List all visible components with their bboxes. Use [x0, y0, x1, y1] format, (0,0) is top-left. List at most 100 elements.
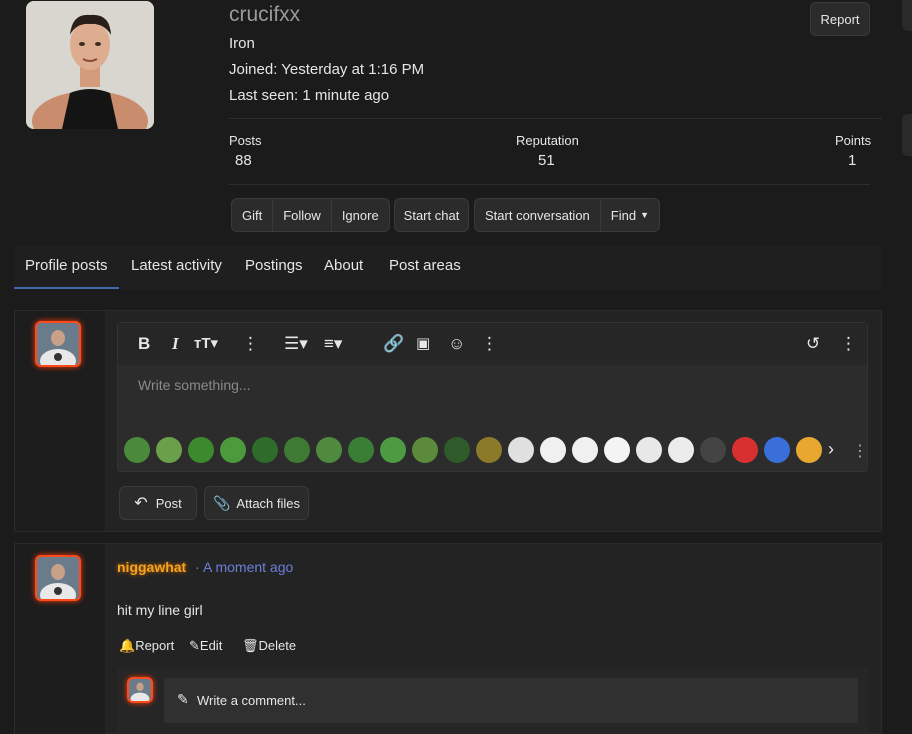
- text-size-icon[interactable]: ᴛT▾: [194, 335, 218, 353]
- emoji-icon[interactable]: [412, 437, 438, 463]
- emoji-icon[interactable]: [572, 437, 598, 463]
- profile-joined: Joined: Yesterday at 1:16 PM: [229, 61, 425, 78]
- emoji-icon[interactable]: [380, 437, 406, 463]
- trash-icon: 🗑: [242, 638, 259, 653]
- editor-toolbar: B I ᴛT▾ ⋮ ☰▾ ≡▾ 🔗 ▣ ☺ ⋮ ↺ ⋮: [118, 323, 867, 365]
- more-options-icon[interactable]: ⋮: [242, 335, 259, 353]
- attach-files-button[interactable]: 📎 Attach files: [204, 486, 309, 520]
- post-report-label: Report: [135, 638, 175, 653]
- report-profile-button[interactable]: Report: [810, 2, 870, 36]
- gift-button[interactable]: Gift: [232, 199, 274, 231]
- post-edit-label: Edit: [199, 638, 223, 653]
- find-label: Find: [610, 207, 637, 223]
- attach-files-label: Attach files: [236, 495, 301, 511]
- emoji-icon[interactable]: [252, 437, 278, 463]
- more-insert-icon[interactable]: ⋮: [481, 335, 498, 353]
- stat-reputation-label: Reputation: [516, 133, 579, 148]
- post-report-link[interactable]: 🔔Report: [119, 638, 174, 654]
- profile-avatar[interactable]: [26, 1, 154, 129]
- stat-points-label: Points: [835, 133, 872, 148]
- post-edit-link[interactable]: ✎Edit: [189, 638, 222, 654]
- image-icon[interactable]: ▣: [416, 335, 430, 353]
- undo-icon[interactable]: ↺: [806, 335, 820, 353]
- profile-actions-group: Gift Follow Ignore: [231, 198, 390, 232]
- comment-avatar[interactable]: [127, 677, 153, 703]
- smiley-icon[interactable]: ☺: [448, 335, 465, 353]
- post-timestamp[interactable]: A moment ago: [203, 559, 293, 575]
- comment-input[interactable]: ✎ Write a comment...: [164, 678, 858, 723]
- emoji-icon[interactable]: [188, 437, 214, 463]
- profile-username: crucifxx: [229, 3, 301, 26]
- profile-last-seen: Last seen: 1 minute ago: [229, 87, 390, 104]
- emoji-icon[interactable]: [508, 437, 534, 463]
- profile-tabs: Profile posts Latest activity Postings A…: [14, 245, 882, 289]
- stat-posts-value[interactable]: 88: [235, 152, 252, 169]
- active-tab-indicator: [14, 287, 119, 289]
- profile-avatar-image: [26, 1, 154, 129]
- emoji-icon[interactable]: [284, 437, 310, 463]
- post-author-name[interactable]: niggawhat: [117, 559, 186, 575]
- tab-about[interactable]: About: [324, 257, 363, 274]
- post-author-avatar-image: [37, 557, 79, 599]
- emoji-more-icon[interactable]: ⋮: [852, 441, 868, 461]
- align-icon[interactable]: ≡▾: [324, 335, 342, 353]
- post-delete-label: Delete: [258, 638, 297, 653]
- start-chat-button[interactable]: Start chat: [394, 198, 469, 232]
- side-panel-edge-top: [902, 0, 912, 31]
- emoji-icon[interactable]: [636, 437, 662, 463]
- list-icon[interactable]: ☰▾: [284, 335, 308, 353]
- emoji-icon[interactable]: [316, 437, 342, 463]
- caret-down-icon: ▼: [640, 210, 649, 220]
- post-author-avatar[interactable]: [35, 555, 81, 601]
- emoji-quick-bar: [124, 437, 822, 467]
- tab-profile-posts[interactable]: Profile posts: [25, 257, 108, 274]
- editor-placeholder: Write something...: [138, 377, 251, 393]
- emoji-icon[interactable]: [764, 437, 790, 463]
- comment-placeholder: Write a comment...: [197, 693, 306, 708]
- emoji-icon[interactable]: [444, 437, 470, 463]
- reply-arrow-icon: ↶: [134, 495, 148, 512]
- emoji-icon[interactable]: [732, 437, 758, 463]
- profile-divider-top: [229, 118, 882, 119]
- emoji-icon[interactable]: [348, 437, 374, 463]
- profile-divider-bottom: [229, 184, 870, 185]
- tab-latest-activity[interactable]: Latest activity: [131, 257, 222, 274]
- follow-button[interactable]: Follow: [273, 199, 332, 231]
- side-panel-edge-mid: [902, 114, 912, 156]
- stat-points-value[interactable]: 1: [848, 152, 856, 169]
- comment-avatar-image: [129, 679, 151, 701]
- post-editor[interactable]: B I ᴛT▾ ⋮ ☰▾ ≡▾ 🔗 ▣ ☺ ⋮ ↺ ⋮ Write someth…: [117, 322, 868, 472]
- emoji-icon[interactable]: [220, 437, 246, 463]
- emoji-icon[interactable]: [604, 437, 630, 463]
- chevron-right-icon[interactable]: ›: [828, 439, 834, 460]
- composer-avatar[interactable]: [35, 321, 81, 367]
- post-delete-link[interactable]: 🗑Delete: [242, 638, 296, 654]
- stat-reputation-value[interactable]: 51: [538, 152, 555, 169]
- bold-icon[interactable]: B: [138, 335, 150, 353]
- bell-icon: 🔔: [119, 638, 136, 653]
- emoji-icon[interactable]: [476, 437, 502, 463]
- pencil-icon: ✎: [177, 691, 189, 707]
- find-dropdown[interactable]: Find ▼: [601, 199, 659, 231]
- ignore-button[interactable]: Ignore: [332, 199, 389, 231]
- paperclip-icon: 📎: [212, 494, 231, 511]
- post-button[interactable]: ↶ Post: [119, 486, 197, 520]
- emoji-icon[interactable]: [796, 437, 822, 463]
- post-meta-separator: ·: [195, 559, 200, 575]
- emoji-icon[interactable]: [700, 437, 726, 463]
- composer-avatar-image: [37, 323, 79, 365]
- emoji-icon[interactable]: [540, 437, 566, 463]
- post-body: hit my line girl: [117, 602, 203, 618]
- emoji-icon[interactable]: [124, 437, 150, 463]
- pencil-icon: ✎: [189, 638, 200, 653]
- tab-post-areas[interactable]: Post areas: [389, 257, 461, 274]
- tab-postings[interactable]: Postings: [245, 257, 303, 274]
- start-conversation-button[interactable]: Start conversation: [475, 199, 601, 231]
- emoji-icon[interactable]: [156, 437, 182, 463]
- conversation-actions-group: Start conversation Find ▼: [474, 198, 660, 232]
- more-toolbar-icon[interactable]: ⋮: [840, 335, 857, 353]
- profile-rank: Iron: [229, 35, 255, 52]
- link-icon[interactable]: 🔗: [383, 335, 404, 353]
- italic-icon[interactable]: I: [172, 335, 179, 353]
- emoji-icon[interactable]: [668, 437, 694, 463]
